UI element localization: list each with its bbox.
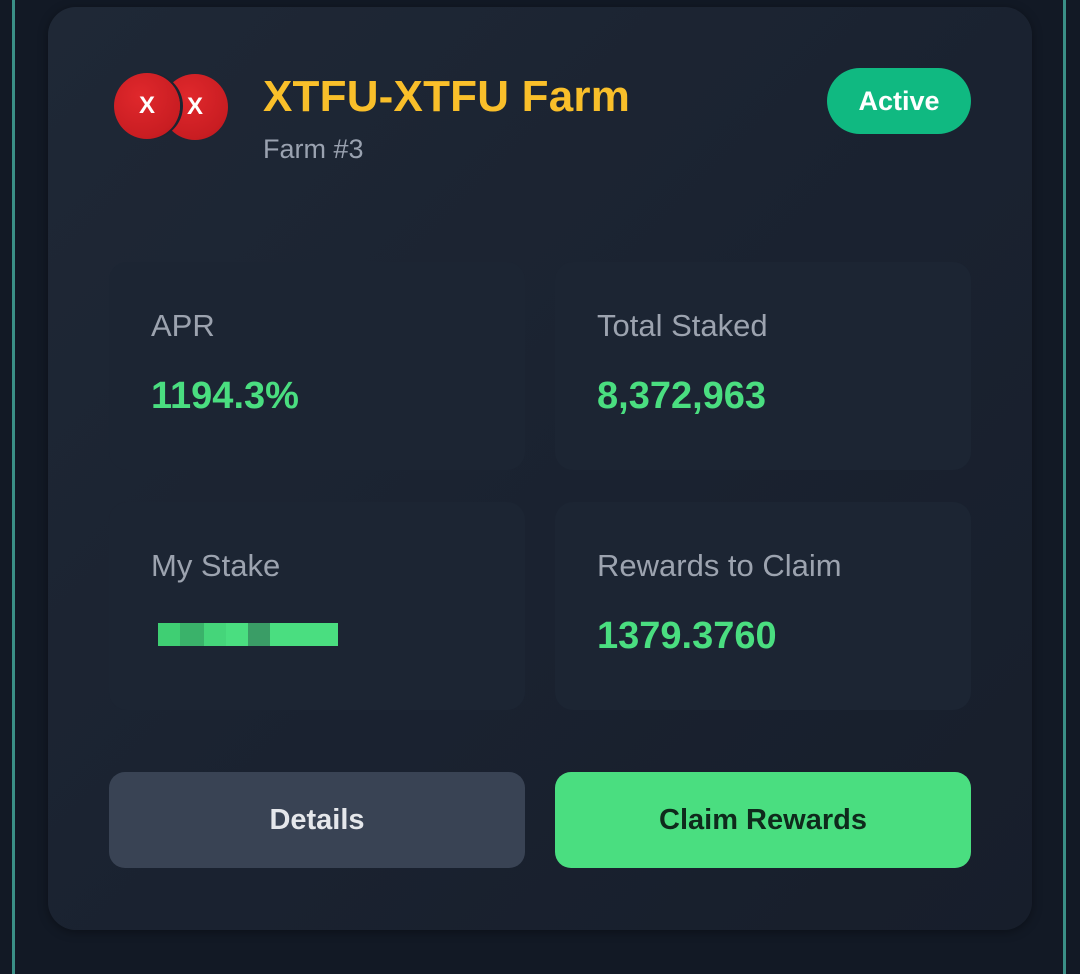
details-button[interactable]: Details (109, 772, 525, 868)
rewards-label: Rewards to Claim (597, 548, 842, 583)
token-pair-icons: X X (114, 73, 230, 141)
total-staked-stat: Total Staked 8,372,963 (555, 262, 971, 470)
left-border-line (12, 0, 15, 974)
status-badge: Active (827, 68, 971, 134)
total-staked-value: 8,372,963 (597, 375, 767, 417)
farm-subtitle: Farm #3 (263, 134, 364, 164)
rewards-value: 1379.3760 (597, 615, 777, 657)
page-background: X X XTFU-XTFU Farm Farm #3 Active APR 11… (0, 0, 1080, 974)
apr-label: APR (151, 308, 215, 343)
my-stake-stat: My Stake (109, 502, 525, 710)
farm-title: XTFU-XTFU Farm (263, 72, 631, 121)
rewards-stat: Rewards to Claim 1379.3760 (555, 502, 971, 710)
total-staked-label: Total Staked (597, 308, 768, 343)
token-a-icon: X (114, 73, 180, 139)
right-border-line (1063, 0, 1066, 974)
token-b-symbol: X (186, 93, 203, 120)
apr-stat: APR 1194.3% (109, 262, 525, 470)
my-stake-redacted-value (158, 623, 338, 646)
my-stake-label: My Stake (151, 548, 281, 583)
apr-value: 1194.3% (151, 375, 299, 417)
token-a-symbol: X (138, 92, 155, 119)
claim-rewards-button[interactable]: Claim Rewards (555, 772, 971, 868)
